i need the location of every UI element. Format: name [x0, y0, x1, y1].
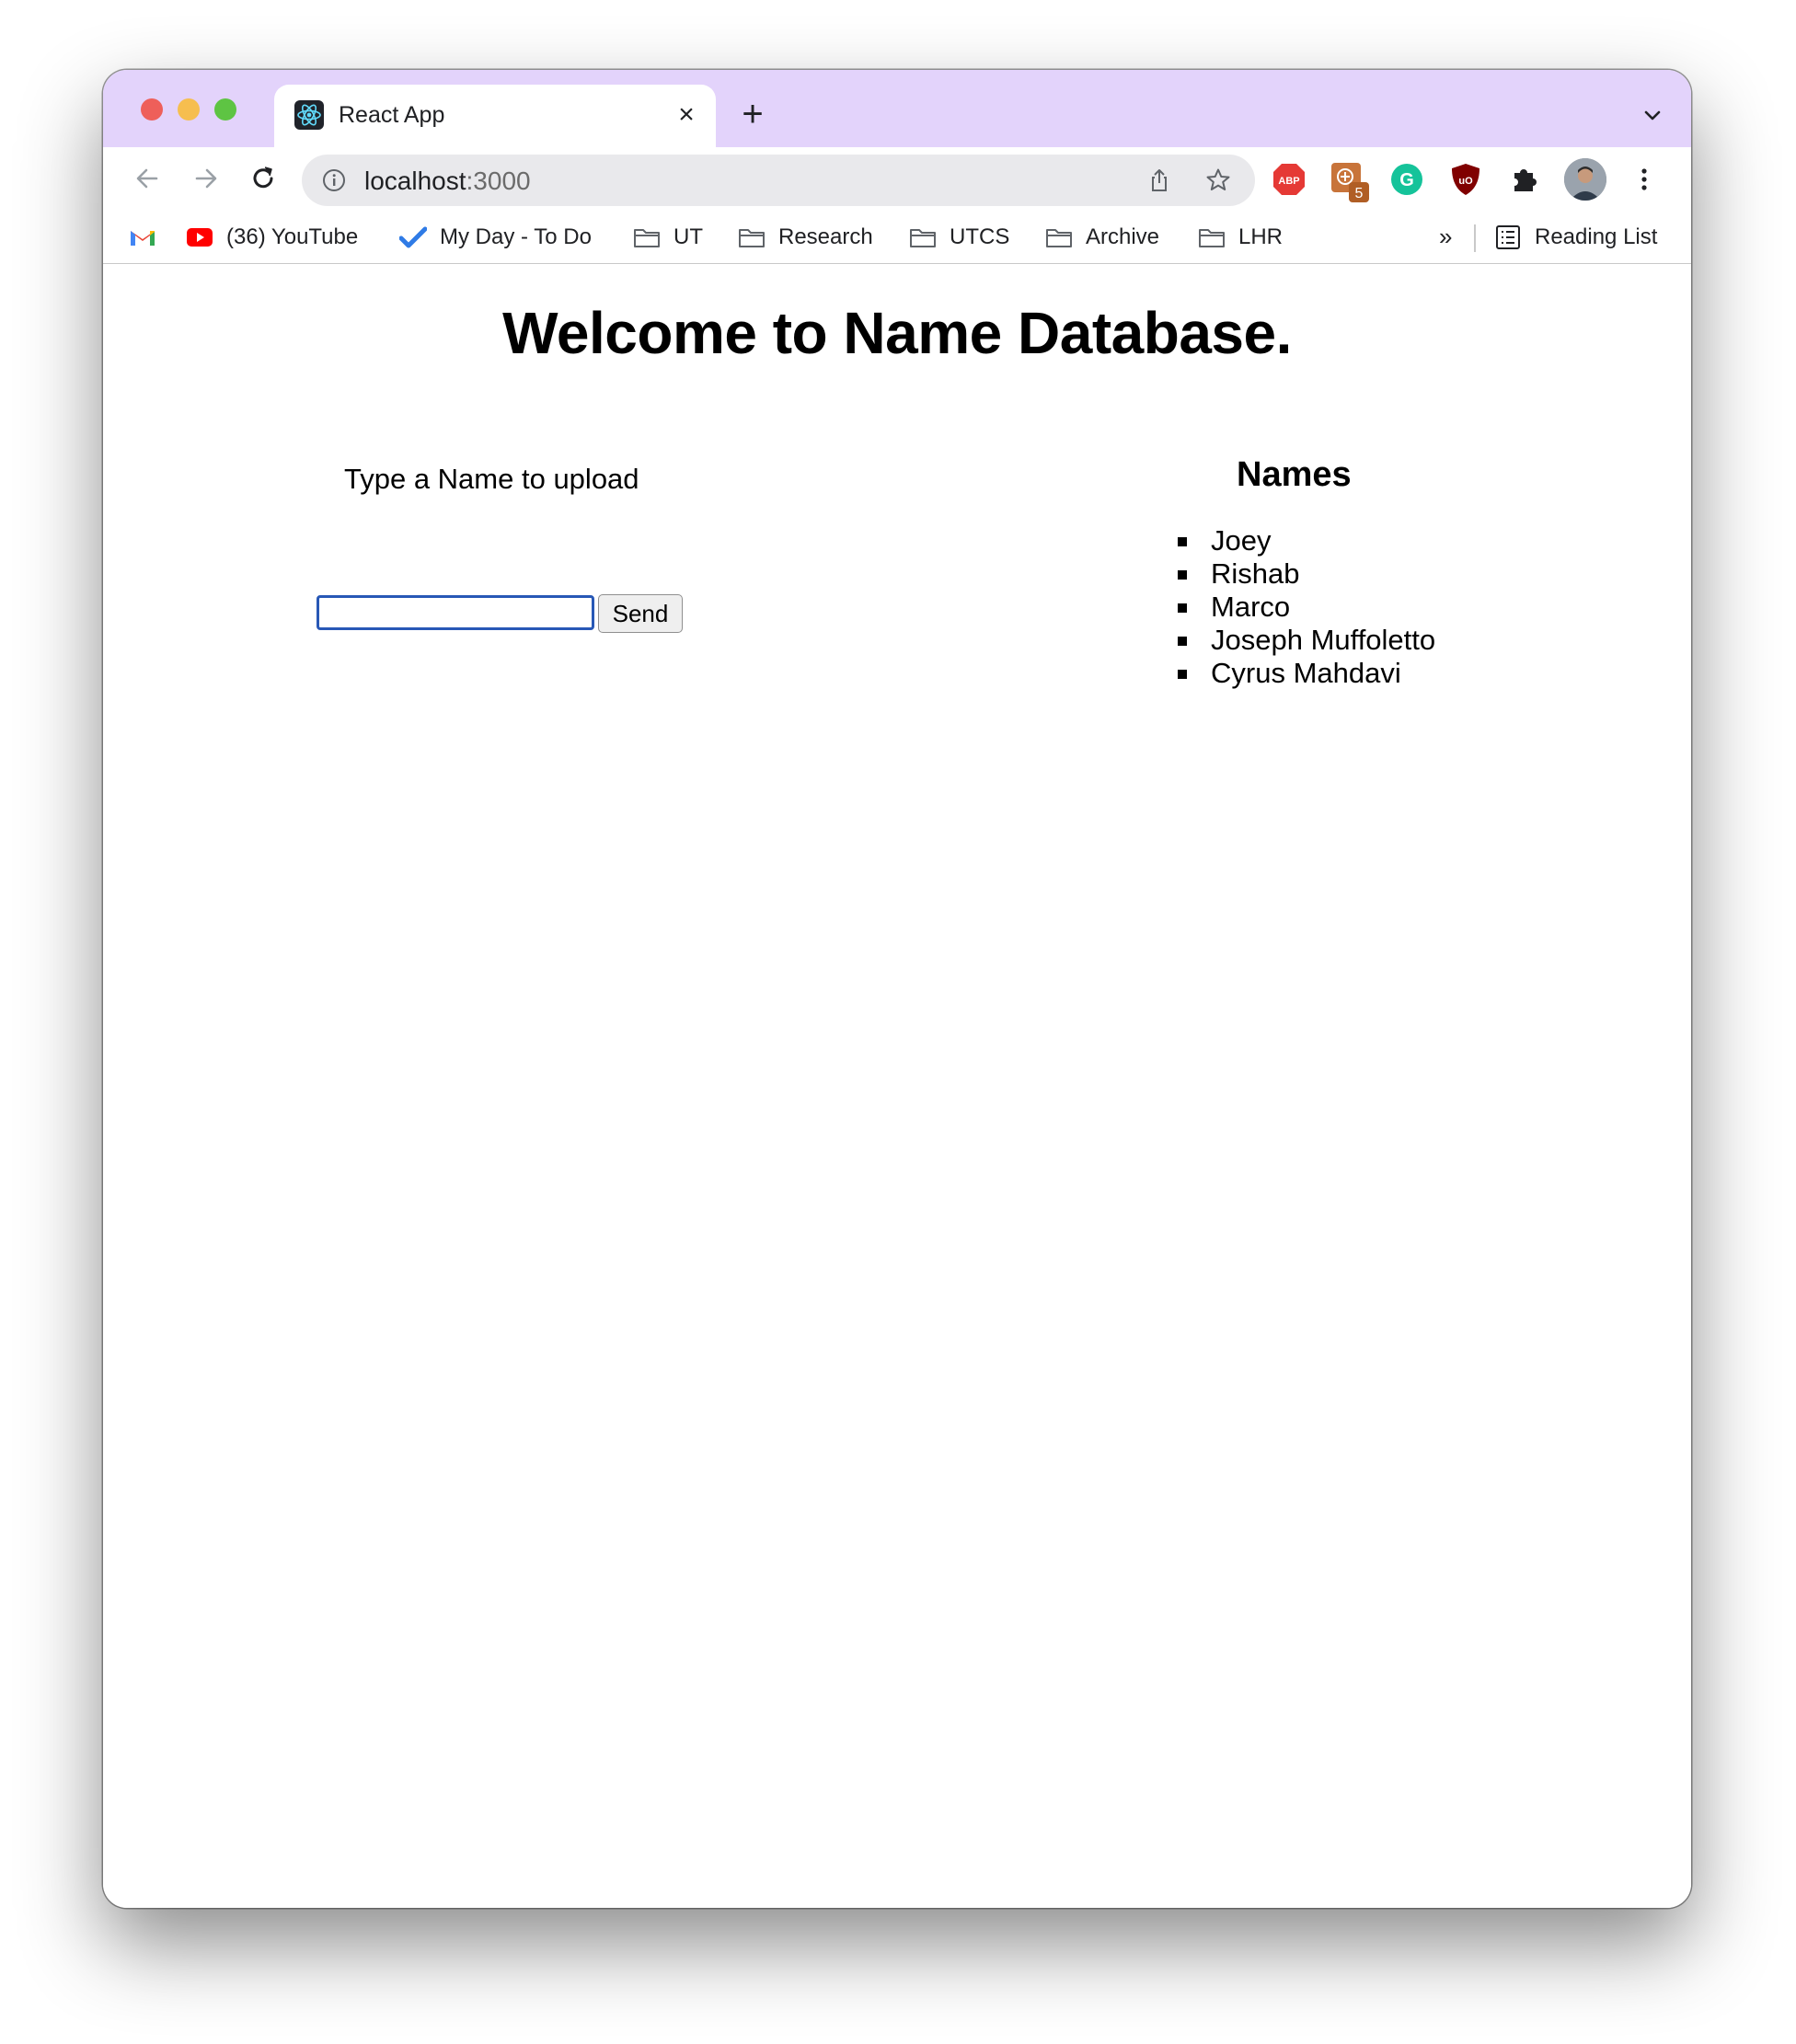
bookmark-folder-utcs[interactable]: UTCS: [909, 212, 1009, 263]
list-item: Rishab: [1178, 557, 1435, 591]
bullet-icon: [1178, 603, 1187, 613]
new-tab-icon[interactable]: +: [736, 96, 769, 132]
tab-react-app[interactable]: React App ×: [274, 85, 716, 147]
browser-window: React App × + localhost:3000 ABP 5 G uO …: [103, 70, 1691, 1908]
bookmark-label: My Day - To Do: [440, 224, 592, 249]
bookmarks-divider: [1474, 224, 1476, 252]
reload-icon[interactable]: [247, 162, 280, 195]
name-text: Marco: [1211, 591, 1291, 623]
toolbar: localhost:3000 ABP 5 G uO: [103, 147, 1691, 212]
list-item: Joseph Muffoletto: [1178, 624, 1435, 657]
bullet-icon: [1178, 570, 1187, 580]
svg-text:uO: uO: [1458, 176, 1473, 187]
svg-text:ABP: ABP: [1278, 176, 1299, 187]
names-heading: Names: [1237, 455, 1352, 494]
gmail-icon: [129, 225, 156, 249]
info-icon[interactable]: [322, 168, 346, 192]
extensions-puzzle-icon[interactable]: [1507, 162, 1542, 197]
list-item: Marco: [1178, 591, 1435, 624]
bullet-icon: [1178, 637, 1187, 646]
bookmark-gmail[interactable]: [129, 212, 169, 263]
name-text: Cyrus Mahdavi: [1211, 657, 1401, 689]
reading-list-button[interactable]: Reading List: [1494, 212, 1657, 263]
more-menu-icon[interactable]: [1627, 162, 1662, 197]
react-logo-icon: [294, 100, 324, 130]
name-text: Rishab: [1211, 557, 1300, 590]
close-window-button[interactable]: [141, 98, 163, 121]
bookmarks-bar: (36) YouTube My Day - To Do UT Research …: [103, 212, 1691, 264]
folder-icon: [738, 225, 766, 249]
close-tab-icon[interactable]: ×: [673, 101, 700, 129]
bookmark-folder-lhr[interactable]: LHR: [1198, 212, 1283, 263]
bookmark-folder-research[interactable]: Research: [738, 212, 873, 263]
folder-icon: [1045, 225, 1073, 249]
send-button[interactable]: Send: [598, 594, 683, 633]
page-content: Welcome to Name Database. Type a Name to…: [103, 264, 1691, 1908]
bookmark-label: Archive: [1086, 224, 1160, 249]
svg-text:G: G: [1399, 170, 1414, 190]
profile-avatar[interactable]: [1564, 158, 1606, 201]
upload-label: Type a Name to upload: [344, 463, 639, 495]
bookmark-youtube[interactable]: (36) YouTube: [186, 212, 358, 263]
name-input[interactable]: [317, 595, 594, 630]
bookmark-label: UT: [674, 224, 703, 249]
names-list: Joey Rishab Marco Joseph Muffoletto Cyru…: [1178, 524, 1435, 690]
list-item: Joey: [1178, 524, 1435, 557]
reading-list-label: Reading List: [1535, 224, 1658, 249]
bullet-icon: [1178, 670, 1187, 679]
zoom-window-button[interactable]: [214, 98, 236, 121]
grammarly-icon[interactable]: G: [1389, 162, 1424, 197]
url-host: localhost: [364, 167, 466, 195]
star-bookmark-icon[interactable]: [1205, 167, 1231, 193]
url-text[interactable]: localhost:3000: [364, 167, 531, 196]
share-icon[interactable]: [1146, 167, 1172, 193]
ublock-icon[interactable]: uO: [1448, 162, 1483, 197]
bullet-icon: [1178, 537, 1187, 546]
folder-icon: [1198, 225, 1226, 249]
forward-arrow-icon[interactable]: [190, 162, 223, 195]
bookmark-label: (36) YouTube: [226, 224, 359, 249]
url-port: :3000: [466, 167, 531, 195]
page-title: Welcome to Name Database.: [502, 300, 1292, 366]
chevron-down-icon[interactable]: [1640, 103, 1665, 129]
bookmarks-overflow-button[interactable]: »: [1439, 223, 1452, 251]
bookmark-folder-ut[interactable]: UT: [633, 212, 703, 263]
bookmark-label: UTCS: [950, 224, 1010, 249]
extension-badge-icon[interactable]: 5: [1330, 162, 1369, 202]
back-arrow-icon[interactable]: [131, 162, 164, 195]
youtube-icon: [186, 225, 213, 249]
minimize-window-button[interactable]: [178, 98, 200, 121]
name-text: Joey: [1211, 524, 1272, 557]
reading-list-icon: [1494, 225, 1522, 249]
name-text: Joseph Muffoletto: [1211, 624, 1436, 656]
folder-icon: [909, 225, 937, 249]
adblock-plus-icon[interactable]: ABP: [1272, 162, 1307, 197]
tab-title: React App: [339, 102, 445, 128]
bookmark-folder-archive[interactable]: Archive: [1045, 212, 1159, 263]
bookmark-label: Research: [778, 224, 873, 249]
bookmark-my-day[interactable]: My Day - To Do: [398, 212, 592, 263]
list-item: Cyrus Mahdavi: [1178, 657, 1435, 690]
tab-strip: React App × +: [103, 70, 1691, 147]
todo-check-icon: [398, 225, 428, 249]
bookmark-label: LHR: [1238, 224, 1284, 249]
address-bar[interactable]: localhost:3000: [302, 155, 1255, 206]
folder-icon: [633, 225, 661, 249]
svg-text:5: 5: [1355, 186, 1364, 201]
